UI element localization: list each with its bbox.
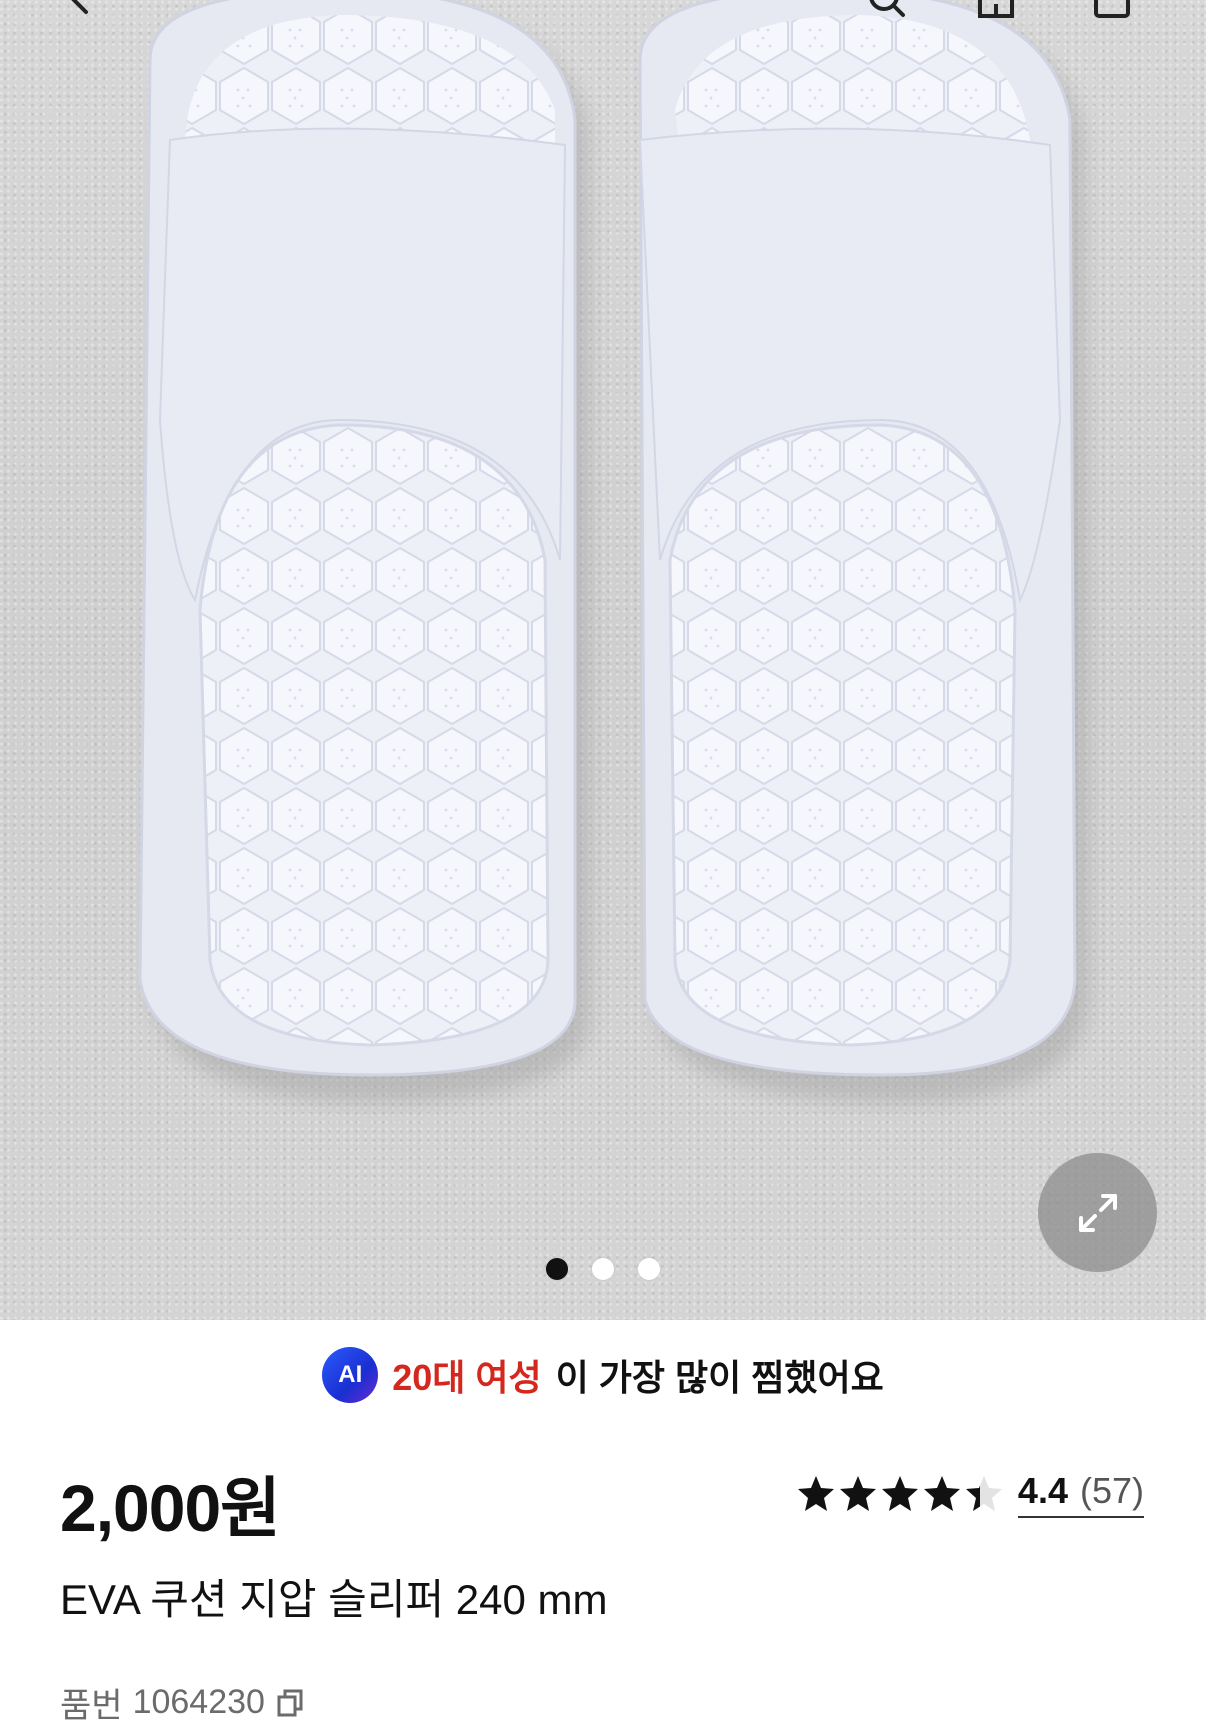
gallery-dot[interactable]	[638, 1258, 660, 1280]
star-icon	[965, 1476, 1002, 1511]
product-rating: 4.4 (57)	[796, 1470, 1144, 1518]
star-icon	[839, 1476, 876, 1511]
copy-icon[interactable]	[275, 1687, 305, 1719]
product-image-gallery[interactable]	[0, 0, 1206, 1320]
star-icon	[881, 1476, 918, 1511]
ai-badge: AI	[322, 1347, 379, 1403]
review-link[interactable]: 4.4 (57)	[1017, 1470, 1144, 1518]
sku-value: 1064230	[132, 1683, 265, 1721]
sku-label: 품번	[60, 1687, 123, 1725]
product-sku: 품번 1064230	[60, 1678, 305, 1727]
cart-icon[interactable]	[1092, 0, 1132, 18]
rating-count: (57)	[1079, 1470, 1144, 1511]
top-navigation-bar	[0, 0, 1206, 24]
gallery-dot[interactable]	[592, 1258, 614, 1280]
gallery-pagination	[0, 1258, 1206, 1280]
ai-banner-text: 이 가장 많이 찜했어요	[555, 1357, 884, 1398]
star-icon	[797, 1476, 834, 1511]
rating-score: 4.4	[1017, 1470, 1068, 1511]
ai-insight-banner: AI 20대 여성 이 가장 많이 찜했어요	[0, 1347, 1206, 1403]
ai-highlight-text: 20대 여성	[392, 1357, 542, 1398]
product-price: 2,000원	[60, 1471, 281, 1545]
left-slipper	[138, 0, 577, 1077]
star-icon	[923, 1476, 960, 1511]
home-icon[interactable]	[976, 0, 1016, 18]
product-title: EVA 쿠션 지압 슬리퍼 240 mm	[60, 1576, 608, 1623]
chevron-left-icon[interactable]	[60, 0, 100, 18]
expand-icon	[1078, 1193, 1117, 1232]
search-icon[interactable]	[866, 0, 906, 18]
right-slipper	[638, 0, 1077, 1077]
product-photo	[138, 0, 1089, 1103]
expand-image-button[interactable]	[1038, 1153, 1157, 1272]
rating-stars	[796, 1474, 1004, 1514]
gallery-dot[interactable]	[546, 1258, 568, 1280]
